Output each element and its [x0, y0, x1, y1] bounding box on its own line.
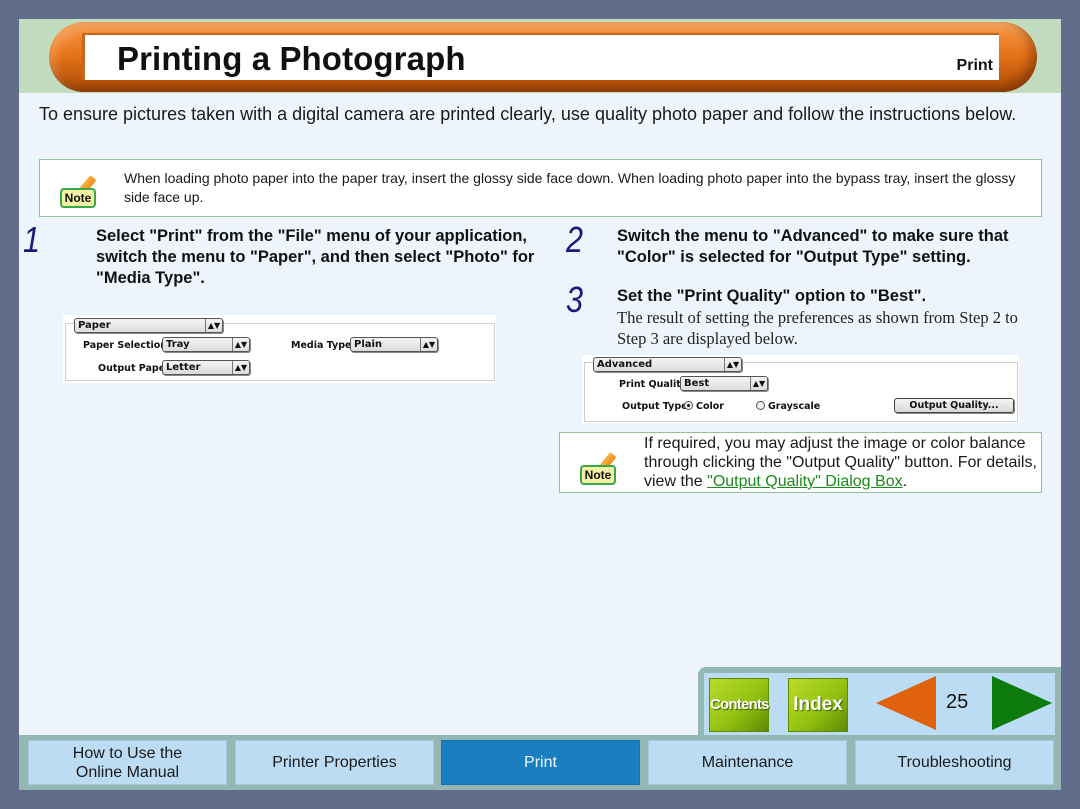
next-page-icon[interactable]: [992, 676, 1052, 730]
page-frame: Printing a Photograph Print To ensure pi…: [19, 19, 1061, 790]
note-box-paper: Note When loading photo paper into the p…: [39, 159, 1042, 217]
step-1-text: Select "Print" from the "File" menu of y…: [96, 227, 535, 287]
page-number: 25: [946, 691, 969, 713]
paper-selection-label: Paper Selection:: [83, 340, 171, 351]
tab-maintenance[interactable]: Maintenance: [648, 740, 847, 785]
print-quality-select[interactable]: Best ▲▼: [680, 376, 768, 391]
header-band: Printing a Photograph Print: [19, 19, 1061, 93]
radio-color[interactable]: Color: [684, 401, 724, 412]
bottom-tab-bar: How to Use the Online Manual Printer Pro…: [19, 735, 1061, 790]
radio-grayscale-label: Grayscale: [768, 401, 821, 412]
step-3-subtext: The result of setting the preferences as…: [617, 308, 1018, 348]
step-2-text: Switch the menu to "Advanced" to make su…: [617, 227, 1009, 266]
page-title: Printing a Photograph: [117, 40, 466, 77]
updown-arrows-icon: ▲▼: [724, 358, 741, 371]
step-number-2: 2: [566, 219, 584, 260]
output-quality-button[interactable]: Output Quality...: [894, 398, 1014, 413]
updown-arrows-icon: ▲▼: [420, 338, 437, 351]
tab-troubleshooting[interactable]: Troubleshooting: [855, 740, 1054, 785]
print-quality-value: Best: [684, 378, 710, 389]
advanced-menu-value: Advanced: [597, 359, 653, 370]
note-text: When loading photo paper into the paper …: [124, 170, 1016, 205]
media-type-select[interactable]: Plain ▲▼: [350, 337, 438, 352]
intro-text: To ensure pictures taken with a digital …: [39, 104, 1017, 124]
contents-button[interactable]: Contents: [709, 678, 769, 732]
output-paper-value: Letter: [166, 362, 201, 373]
note-icon: Note: [580, 449, 618, 485]
advanced-settings-panel: Advanced ▲▼ Print Quality: Best ▲▼ Outpu…: [582, 355, 1019, 423]
note-badge: Note: [60, 188, 96, 208]
radio-color-label: Color: [696, 401, 724, 412]
paper-menu-select[interactable]: Paper ▲▼: [74, 318, 223, 333]
header-pill: Printing a Photograph Print: [49, 22, 1037, 92]
output-type-label: Output Type:: [622, 401, 692, 412]
updown-arrows-icon: ▲▼: [750, 377, 767, 390]
paper-settings-panel: Paper ▲▼ Paper Selection: Tray ▲▼ Media …: [63, 315, 496, 383]
note-badge: Note: [580, 465, 616, 485]
navigation-inner: Contents Index 25: [704, 673, 1055, 735]
paper-selection-select[interactable]: Tray ▲▼: [162, 337, 250, 352]
note-text-end: .: [902, 473, 908, 490]
radio-grayscale[interactable]: Grayscale: [756, 401, 820, 412]
note-icon: Note: [60, 172, 98, 208]
advanced-menu-select[interactable]: Advanced ▲▼: [593, 357, 742, 372]
step-number-3: 3: [566, 279, 584, 320]
tab-printer-properties[interactable]: Printer Properties: [235, 740, 434, 785]
tab-how-to-use[interactable]: How to Use the Online Manual: [28, 740, 227, 785]
index-button[interactable]: Index: [788, 678, 848, 732]
radio-selected-icon: [684, 401, 693, 410]
step-number-1: 1: [23, 219, 41, 260]
note-box-output-quality: Note If required, you may adjust the ima…: [559, 432, 1042, 493]
output-paper-select[interactable]: Letter ▲▼: [162, 360, 250, 375]
step-3-text: Set the "Print Quality" option to "Best"…: [617, 287, 927, 305]
updown-arrows-icon: ▲▼: [232, 338, 249, 351]
previous-page-icon[interactable]: [876, 676, 936, 730]
radio-unselected-icon: [756, 401, 765, 410]
paper-selection-value: Tray: [166, 339, 190, 350]
paper-menu-value: Paper: [78, 320, 111, 331]
media-type-label: Media Type:: [291, 340, 356, 351]
output-quality-dialog-link[interactable]: "Output Quality" Dialog Box: [707, 473, 902, 490]
header-title-box: Printing a Photograph Print: [82, 33, 999, 80]
note-text: If required, you may adjust the image or…: [644, 434, 1039, 491]
updown-arrows-icon: ▲▼: [232, 361, 249, 374]
section-label: Print: [956, 57, 993, 74]
media-type-value: Plain: [354, 339, 383, 350]
updown-arrows-icon: ▲▼: [205, 319, 222, 332]
navigation-box: Contents Index 25: [698, 667, 1061, 735]
tab-print[interactable]: Print: [441, 740, 640, 785]
